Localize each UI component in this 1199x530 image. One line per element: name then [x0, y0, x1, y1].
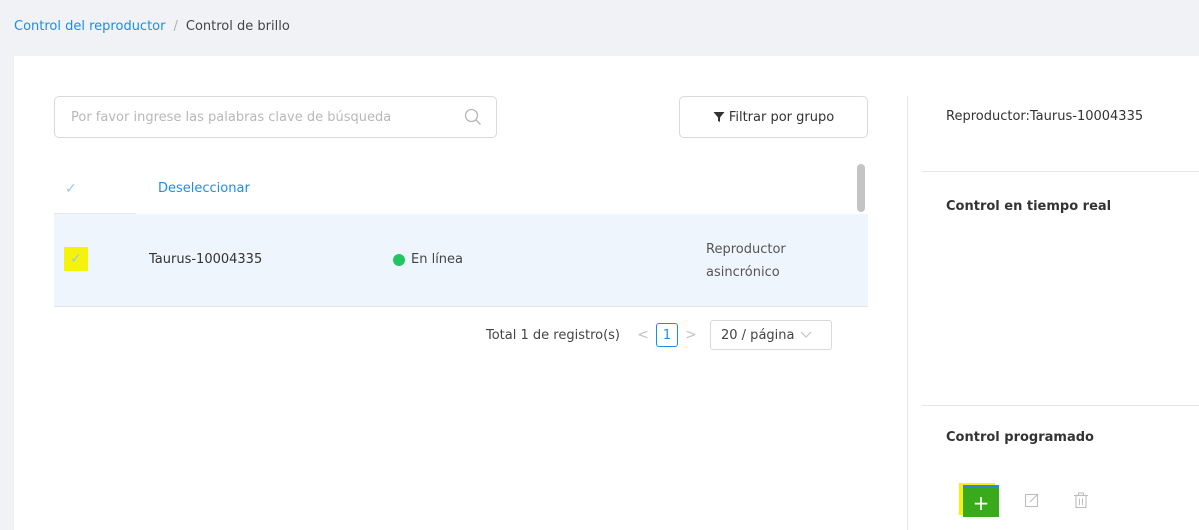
- filter-by-group-button[interactable]: Filtrar por grupo: [679, 96, 868, 138]
- player-name: Taurus-10004335: [149, 252, 263, 267]
- selected-player-label: Reproductor:Taurus-10004335: [946, 109, 1144, 124]
- filter-icon: [713, 112, 725, 122]
- page-size-value: 20 / página: [721, 327, 795, 343]
- player-type: Reproductor asincrónico: [706, 238, 826, 284]
- edit-icon: [1024, 493, 1039, 508]
- online-dot-icon: [393, 253, 405, 266]
- breadcrumb-separator: /: [173, 19, 178, 34]
- section-divider: [922, 171, 1199, 172]
- add-schedule-button[interactable]: +: [963, 485, 999, 517]
- player-type-line2: asincrónico: [706, 265, 780, 280]
- pagination-total: Total 1 de registro(s): [486, 327, 620, 343]
- table-row[interactable]: ✓ Taurus-10004335 En línea Reproductor a…: [54, 214, 868, 307]
- deselect-link[interactable]: Deseleccionar: [158, 181, 250, 196]
- section-divider: [922, 405, 1199, 406]
- player-type-line1: Reproductor: [706, 242, 786, 257]
- panel-divider: [907, 96, 908, 530]
- table-header: ✓ Deseleccionar: [54, 164, 868, 214]
- filter-button-label: Filtrar por grupo: [728, 109, 835, 125]
- select-all-checkbox[interactable]: ✓: [65, 181, 77, 197]
- row-checkbox[interactable]: ✓: [64, 247, 88, 271]
- breadcrumb-current: Control de brillo: [185, 19, 290, 34]
- edit-schedule-button[interactable]: [1017, 485, 1047, 515]
- main-card: Filtrar por grupo ✓ Deseleccionar ✓ Taur…: [14, 56, 1199, 530]
- next-page-button[interactable]: >: [682, 327, 700, 343]
- prev-page-button[interactable]: <: [634, 327, 652, 343]
- chevron-down-icon: [801, 331, 812, 338]
- list-scrollbar[interactable]: [857, 164, 865, 212]
- breadcrumb-player-control-link[interactable]: Control del reproductor: [14, 19, 165, 34]
- breadcrumb: Control del reproductor / Control de bri…: [14, 19, 290, 34]
- search-icon[interactable]: [464, 108, 482, 126]
- status-badge: En línea: [393, 252, 463, 267]
- scheduled-control-title: Control programado: [946, 430, 1094, 445]
- page-size-select[interactable]: 20 / página: [710, 320, 832, 350]
- search-box: [54, 96, 497, 138]
- search-input[interactable]: [71, 97, 451, 137]
- realtime-control-title: Control en tiempo real: [946, 199, 1112, 214]
- status-label: En línea: [411, 252, 464, 267]
- delete-schedule-button[interactable]: [1066, 485, 1096, 515]
- trash-icon: [1074, 492, 1088, 508]
- pagination: Total 1 de registro(s) < 1 > 20 / página: [486, 320, 832, 350]
- select-all-cell: ✓: [54, 164, 136, 214]
- page-1-button[interactable]: 1: [656, 323, 678, 347]
